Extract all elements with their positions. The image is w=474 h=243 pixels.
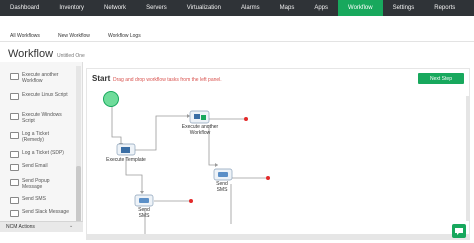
workflow-diagram [103,91,270,234]
node-label-send-sms-1: Send SMS [216,181,228,193]
endpoint-dot [266,176,270,180]
node-label-execute-template: Execute Template [106,157,146,163]
arrow-head [140,191,144,194]
connector-start-to-template [111,104,122,143]
start-node [103,91,119,107]
execute-template-node [116,143,136,156]
chat-icon [455,228,463,235]
node-label-send-sms-2: Send SMS [138,207,150,219]
help-chat-button[interactable] [452,224,466,238]
endpoint-dot [244,117,248,121]
send-sms-node-2 [134,194,154,207]
node-label-execute-another: Execute another Workflow [181,124,219,136]
arrow-head [215,163,218,167]
send-sms-node-1 [213,168,233,181]
arrow-head [187,114,190,118]
endpoint-dot [189,199,193,203]
execute-another-node [189,110,210,124]
